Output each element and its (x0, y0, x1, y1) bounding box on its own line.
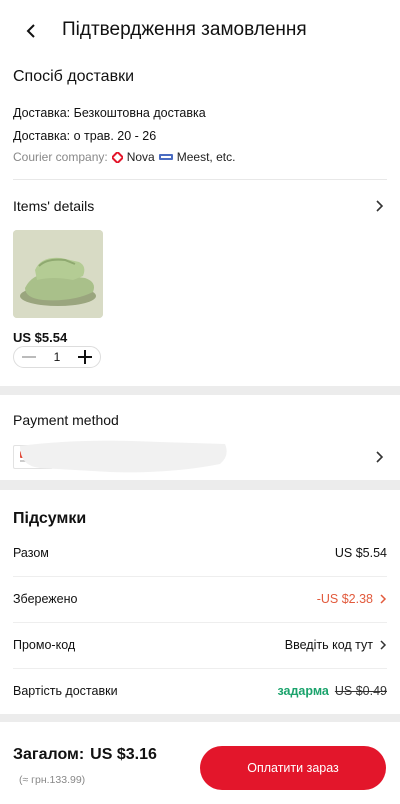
chevron-right-icon[interactable] (379, 640, 387, 650)
minus-icon[interactable] (22, 356, 36, 358)
summary-row-promo[interactable]: Промо-код Введіть код тут (13, 622, 387, 669)
items-details-title: Items' details (13, 198, 95, 214)
summary-label: Промо-код (13, 638, 76, 652)
courier-meest: Meest, etc. (176, 150, 236, 164)
card-number-redacted (20, 438, 230, 481)
free-shipping-label: задарма (277, 684, 329, 698)
nova-logo-icon (111, 151, 123, 163)
quantity-value: 1 (53, 350, 61, 364)
summary-value: US $5.54 (334, 546, 387, 560)
product-image[interactable] (13, 230, 103, 318)
items-section: Items' details US $5.54 1 (0, 180, 400, 386)
header-bar: Підтвердження замовлення (0, 0, 400, 62)
old-shipping-price: US $0.49 (334, 684, 387, 698)
total-value: US $3.16 (90, 746, 157, 763)
pay-now-button[interactable]: Оплатити зараз (200, 746, 386, 790)
summary-label: Вартість доставки (13, 684, 118, 698)
promo-code-input[interactable]: Введіть код тут (285, 638, 373, 652)
total-approx-uah: (≈ грн.133.99) (19, 774, 86, 786)
summary-row-saved[interactable]: Збережено -US $2.38 (13, 576, 387, 623)
chevron-right-icon[interactable] (379, 594, 387, 604)
back-arrow-icon[interactable] (20, 20, 42, 42)
chevron-right-icon[interactable] (374, 200, 384, 212)
summary-row-total: Разом US $5.54 (13, 530, 387, 577)
summary-label: Разом (13, 546, 49, 560)
delivery-section-title: Спосіб доставки (13, 68, 134, 85)
summary-row-shipping: Вартість доставки задарма US $0.49 (13, 668, 387, 714)
page-title: Підтвердження замовлення (62, 19, 307, 40)
meest-logo-icon (158, 153, 173, 161)
delivery-section: Спосіб доставки Доставка: Безкоштовна до… (0, 62, 400, 180)
summary-title: Підсумки (13, 510, 87, 527)
courier-nova: Nova (126, 150, 155, 164)
summary-label: Збережено (13, 592, 78, 606)
delivery-dates: Доставка: о трав. 20 - 26 (13, 129, 157, 143)
plus-icon[interactable] (78, 350, 92, 364)
total-label: Загалом: (13, 746, 85, 763)
quantity-stepper: 1 (13, 346, 101, 368)
summary-section: Підсумки Разом US $5.54 Збережено -US $2… (0, 490, 400, 714)
product-price: US $5.54 (13, 330, 68, 345)
courier-company: Courier company: Nova Meest, etc. (13, 150, 235, 164)
courier-label: Courier company: (13, 150, 108, 164)
payment-method-title: Payment method (13, 412, 119, 428)
chevron-right-icon[interactable] (374, 451, 384, 463)
checkout-bar: Загалом: US $3.16 (≈ грн.133.99) Оплатити… (0, 722, 400, 804)
delivery-type: Доставка: Безкоштовна доставка (13, 106, 206, 120)
total-line: Загалом: US $3.16 (13, 746, 157, 764)
saved-value: -US $2.38 (316, 592, 373, 606)
